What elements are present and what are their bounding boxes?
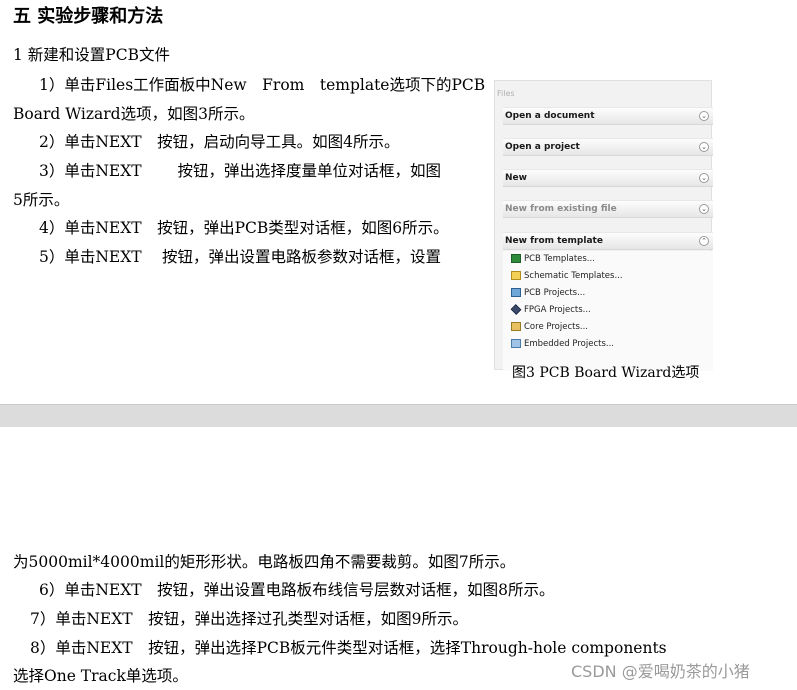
paragraph-line: 5所示。 xyxy=(13,191,70,209)
template-list: PCB Templates... Schematic Templates... … xyxy=(503,251,713,371)
schematic-icon xyxy=(511,271,521,280)
paragraph-line: 6）单击NEXT 按钮，弹出设置电路板布线信号层数对话框，如图8所示。 xyxy=(39,581,555,599)
section-new[interactable]: New ⌄ xyxy=(503,169,713,187)
section-open-document[interactable]: Open a document ⌄ xyxy=(503,107,713,125)
paragraph-line: 5）单击NEXT 按钮，弹出设置电路板参数对话框，设置 xyxy=(39,248,442,266)
template-item-pcb-projects[interactable]: PCB Projects... xyxy=(511,288,585,300)
section-new-from-existing[interactable]: New from existing file ⌄ xyxy=(503,200,713,218)
chevron-down-icon[interactable]: ⌄ xyxy=(699,204,709,214)
paragraph-line: 4）单击NEXT 按钮，弹出PCB类型对话框，如图6所示。 xyxy=(39,219,449,237)
paragraph-line: 3）单击NEXT 按钮，弹出选择度量单位对话框，如图 xyxy=(39,162,442,180)
section-heading: 五 实验步骤和方法 xyxy=(13,6,164,27)
paragraph-line: 为5000mil*4000mil的矩形形状。电路板四角不需要裁剪。如图7所示。 xyxy=(13,553,516,571)
section-new-from-template[interactable]: New from template ⌃ xyxy=(503,232,713,250)
paragraph-line: Board Wizard选项，如图3所示。 xyxy=(13,105,255,123)
files-panel-figure: Files Open a document ⌄ Open a project ⌄… xyxy=(494,80,713,371)
section-label: Open a document xyxy=(505,111,595,121)
subheading: 1 新建和设置PCB文件 xyxy=(13,46,170,64)
paragraph-line: 1）单击Files工作面板中New From template选项下的PCB xyxy=(39,76,486,94)
document-page-bottom: 为5000mil*4000mil的矩形形状。电路板四角不需要裁剪。如图7所示。 … xyxy=(0,427,797,690)
chevron-up-icon[interactable]: ⌃ xyxy=(699,236,709,246)
embedded-icon xyxy=(511,339,521,348)
paragraph-line: 8）单击NEXT 按钮，弹出选择PCB板元件类型对话框，选择Through-ho… xyxy=(30,639,667,657)
section-label: New from existing file xyxy=(505,204,617,214)
fpga-icon xyxy=(510,304,522,315)
template-item-pcb[interactable]: PCB Templates... xyxy=(511,254,595,266)
page-break xyxy=(0,404,797,428)
section-open-project[interactable]: Open a project ⌄ xyxy=(503,138,713,156)
template-item-fpga[interactable]: FPGA Projects... xyxy=(510,304,591,317)
template-item-schematic[interactable]: Schematic Templates... xyxy=(511,271,623,283)
paragraph-line: 选择One Track单选项。 xyxy=(13,667,188,685)
files-panel-title: Files xyxy=(497,89,515,98)
pcb-icon xyxy=(511,254,521,263)
watermark: CSDN @爱喝奶茶的小猪 xyxy=(571,662,750,681)
template-item-core[interactable]: Core Projects... xyxy=(511,322,588,334)
document-page-top: 五 实验步骤和方法 1 新建和设置PCB文件 1）单击Files工作面板中New… xyxy=(0,0,797,404)
figure-caption: 图3 PCB Board Wizard选项 xyxy=(512,365,700,381)
project-icon xyxy=(511,288,521,297)
chevron-down-icon[interactable]: ⌄ xyxy=(699,142,709,152)
section-label: Open a project xyxy=(505,142,580,152)
template-item-embedded[interactable]: Embedded Projects... xyxy=(511,339,614,351)
section-label: New xyxy=(505,173,527,183)
chevron-down-icon[interactable]: ⌄ xyxy=(699,111,709,121)
core-icon xyxy=(511,322,521,331)
paragraph-line: 7）单击NEXT 按钮，弹出选择过孔类型对话框，如图9所示。 xyxy=(30,610,468,628)
section-label: New from template xyxy=(505,236,603,246)
chevron-down-icon[interactable]: ⌄ xyxy=(699,173,709,183)
paragraph-line: 2）单击NEXT 按钮，启动向导工具。如图4所示。 xyxy=(39,133,400,151)
